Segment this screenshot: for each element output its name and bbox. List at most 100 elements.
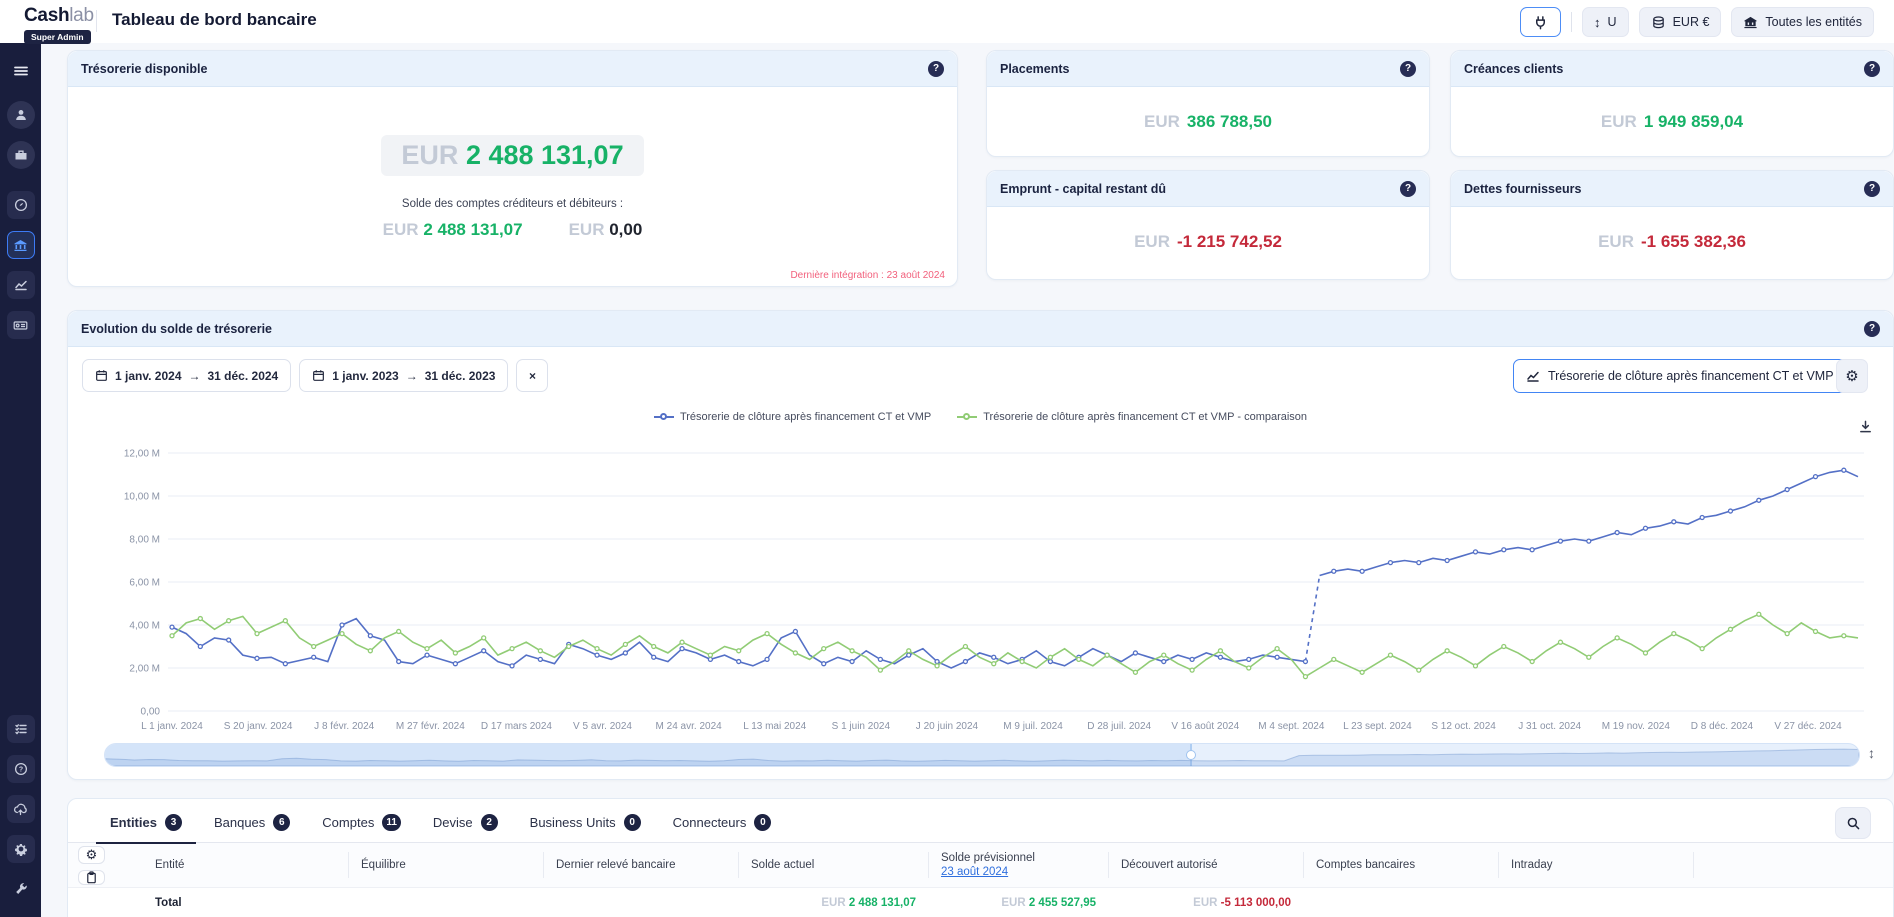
tab-comptes[interactable]: Comptes 11 <box>308 804 415 843</box>
role-badge: Super Admin <box>24 30 91 44</box>
currency-selector-button[interactable]: EUR € <box>1639 7 1722 37</box>
svg-text:L 23 sept. 2024: L 23 sept. 2024 <box>1343 721 1412 732</box>
svg-text:10,00 M: 10,00 M <box>124 492 160 503</box>
legend-label: Trésorerie de clôture après financement … <box>983 411 1307 423</box>
card-dettes-fournisseurs: Dettes fournisseurs? EUR-1 655 382,36 <box>1450 170 1894 280</box>
sidebar-item-dashboard[interactable] <box>7 191 35 219</box>
tab-banques[interactable]: Banques 6 <box>200 804 304 843</box>
help-icon[interactable]: ? <box>928 61 944 77</box>
app-logo[interactable]: Cashlab Super Admin <box>24 5 94 45</box>
amount-value: 2 488 131,07 <box>466 140 624 170</box>
debiteurs-value: EUR 0,00 <box>569 220 643 240</box>
sidebar-item-tasks[interactable] <box>7 715 35 743</box>
tab-count-badge: 2 <box>481 814 498 831</box>
tab-label: Connecteurs <box>673 815 747 830</box>
sidebar-item-bank-dashboard[interactable] <box>7 231 35 259</box>
menu-icon[interactable] <box>7 57 35 85</box>
tab-entities[interactable]: Entities 3 <box>96 804 196 843</box>
divider <box>1571 12 1572 32</box>
checklist-icon <box>14 722 28 736</box>
card-header: Trésorerie disponible ? <box>68 51 957 87</box>
col-comptes-bancaires[interactable]: Comptes bancaires <box>1303 852 1498 878</box>
col-solde-previsionnel[interactable]: Solde prévisionnel 23 août 2024 <box>928 852 1108 878</box>
col-decouvert[interactable]: Découvert autorisé <box>1108 852 1303 878</box>
card-value: EUR386 788,50 <box>987 87 1429 156</box>
tab-count-badge: 3 <box>165 814 182 831</box>
unit-selector-button[interactable]: ↕ U <box>1582 7 1629 37</box>
series-selector-button[interactable]: Trésorerie de clôture après financement … <box>1513 359 1847 393</box>
tabs-bar: Entities 3 Banques 6 Comptes 11 Devise 2… <box>68 799 1893 843</box>
copy-button[interactable] <box>78 870 105 885</box>
tab-count-badge: 6 <box>273 814 290 831</box>
tab-business-units[interactable]: Business Units 0 <box>516 804 655 843</box>
gear-icon <box>14 842 28 856</box>
svg-text:M 4 sept. 2024: M 4 sept. 2024 <box>1258 721 1325 732</box>
sidebar-nav: ? <box>0 43 41 917</box>
svg-text:L 13 mai 2024: L 13 mai 2024 <box>743 721 806 732</box>
solde-previsionnel-date-link[interactable]: 23 août 2024 <box>941 866 1096 878</box>
tab-label: Devise <box>433 815 473 830</box>
sidebar-item-user[interactable] <box>7 101 35 129</box>
svg-text:6,00 M: 6,00 M <box>129 578 160 589</box>
series-button-label: Trésorerie de clôture après financement … <box>1548 369 1834 383</box>
sidebar-item-help[interactable]: ? <box>7 755 35 783</box>
help-icon[interactable]: ? <box>1400 61 1416 77</box>
tab-connecteurs[interactable]: Connecteurs 0 <box>659 804 786 843</box>
card-creances-clients: Créances clients? EUR1 949 859,04 <box>1450 50 1894 157</box>
chart-line-icon <box>1526 369 1540 383</box>
col-intraday[interactable]: Intraday <box>1498 852 1693 878</box>
card-value: EUR-1 215 742,52 <box>987 207 1429 276</box>
col-entite[interactable]: Entité <box>143 852 348 878</box>
sidebar-item-tools[interactable] <box>7 875 35 903</box>
search-button[interactable] <box>1835 807 1871 839</box>
svg-text:2,00 M: 2,00 M <box>129 664 160 675</box>
chart-settings-button[interactable]: ⚙ <box>1836 359 1868 393</box>
sidebar-item-analytics[interactable] <box>7 271 35 299</box>
svg-text:8,00 M: 8,00 M <box>129 535 160 546</box>
help-icon[interactable]: ? <box>1400 181 1416 197</box>
integration-plug-button[interactable] <box>1520 7 1561 37</box>
chart-expand-icon[interactable]: ↕ <box>1868 745 1875 761</box>
user-icon <box>14 108 28 122</box>
svg-text:V 16 août 2024: V 16 août 2024 <box>1171 721 1239 732</box>
entities-selector-button[interactable]: Toutes les entités <box>1731 7 1874 37</box>
total-label: Total <box>143 897 348 909</box>
clipboard-icon <box>85 871 98 884</box>
entities-panel: Entities 3 Banques 6 Comptes 11 Devise 2… <box>67 798 1894 917</box>
tab-devise[interactable]: Devise 2 <box>419 804 512 843</box>
card-value: EUR-1 655 382,36 <box>1451 207 1893 276</box>
date-range-2023[interactable]: 1 janv. 2023 → 31 déc. 2023 <box>299 359 508 392</box>
chart-zoom-brush[interactable] <box>104 743 1860 767</box>
main-content: Trésorerie disponible ? EUR 2 488 131,07… <box>41 43 1894 917</box>
help-icon: ? <box>14 762 28 776</box>
sidebar-item-payments[interactable] <box>7 311 35 339</box>
help-icon[interactable]: ? <box>1864 61 1880 77</box>
sidebar-item-settings[interactable] <box>7 835 35 863</box>
up-down-icon: ↕ <box>1594 15 1601 30</box>
tresorerie-subtitle: Solde des comptes créditeurs et débiteur… <box>68 198 957 210</box>
col-label: Solde prévisionnel <box>941 852 1096 864</box>
treasury-line-chart[interactable]: 12,00 M10,00 M8,00 M6,00 M4,00 M2,00 M0,… <box>76 439 1886 739</box>
tab-label: Comptes <box>322 815 374 830</box>
legend-item-main[interactable]: Trésorerie de clôture après financement … <box>654 411 931 423</box>
topbar-actions: ↕ U EUR € Toutes les entités <box>1520 7 1874 37</box>
help-icon[interactable]: ? <box>1864 321 1880 337</box>
download-icon[interactable] <box>1858 419 1873 434</box>
col-solde-actuel[interactable]: Solde actuel <box>738 852 928 878</box>
help-icon[interactable]: ? <box>1864 181 1880 197</box>
col-dernier-releve[interactable]: Dernier relevé bancaire <box>543 852 738 878</box>
legend-item-comparison[interactable]: Trésorerie de clôture après financement … <box>957 411 1307 423</box>
col-equilibre[interactable]: Équilibre <box>348 852 543 878</box>
card-body: EUR 2 488 131,07 Solde des comptes crédi… <box>68 87 957 287</box>
table-settings-button[interactable]: ⚙ <box>78 846 105 864</box>
sidebar-item-briefcase[interactable] <box>7 141 35 169</box>
legend-marker <box>957 416 977 418</box>
clear-comparison-button[interactable]: × <box>516 359 548 392</box>
svg-text:L 1 janv. 2024: L 1 janv. 2024 <box>141 721 203 732</box>
top-bar: Cashlab Super Admin Tableau de bord banc… <box>0 0 1894 43</box>
svg-text:D 17 mars 2024: D 17 mars 2024 <box>481 721 553 732</box>
entities-label: Toutes les entités <box>1765 15 1862 29</box>
date-range-2024[interactable]: 1 janv. 2024 → 31 déc. 2024 <box>82 359 291 392</box>
sidebar-item-import[interactable] <box>7 795 35 823</box>
page-title: Tableau de bord bancaire <box>112 10 317 30</box>
